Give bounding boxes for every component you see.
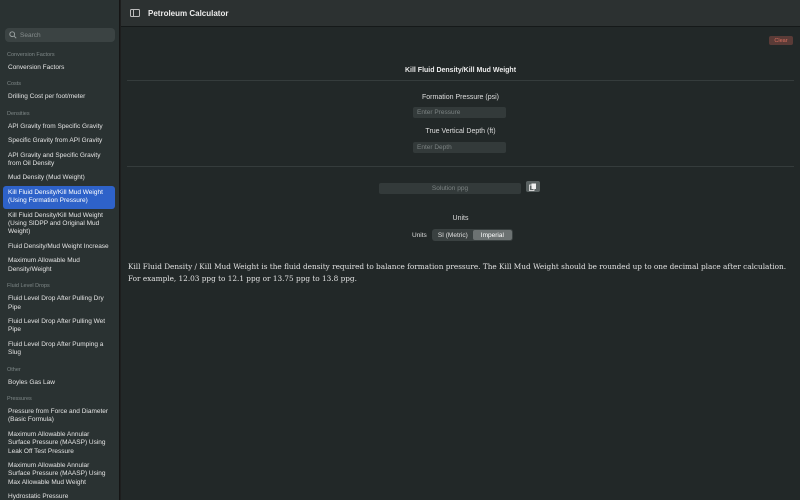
sidebar-item[interactable]: Maximum Allowable Annular Surface Pressu… bbox=[0, 428, 115, 459]
unit-option-imperial[interactable]: Imperial bbox=[472, 230, 512, 240]
divider bbox=[127, 80, 794, 81]
copy-button[interactable] bbox=[526, 181, 540, 192]
copy-icon bbox=[529, 183, 536, 191]
sidebar-item[interactable]: Fluid Level Drop After Pulling Dry Pipe bbox=[0, 292, 115, 315]
sidebar: Conversion Factors Conversion Factors Cost… bbox=[0, 0, 120, 500]
search-field[interactable] bbox=[5, 28, 115, 42]
calculator-heading: Kill Fluid Density/Kill Mud Weight bbox=[404, 67, 517, 74]
sidebar-item[interactable]: Mud Density (Mud Weight) bbox=[0, 171, 115, 185]
sidebar-item[interactable]: Drilling Cost per foot/meter bbox=[0, 90, 115, 104]
description-text: Kill Fluid Density / Kill Mud Weight is … bbox=[128, 262, 787, 283]
sidebar-item[interactable]: Maximum Allowable Mud Density/Weight bbox=[0, 254, 115, 277]
search-icon bbox=[9, 31, 17, 39]
main-panel: Petroleum Calculator Clear Kill Fluid De… bbox=[121, 0, 800, 500]
sidebar-item[interactable]: Pressure from Force and Diameter (Basic … bbox=[0, 405, 115, 428]
units-row: Units SI (Metric) Imperial bbox=[412, 229, 513, 241]
sidebar-section-header: Conversion Factors bbox=[7, 52, 55, 58]
sidebar-item[interactable]: Kill Fluid Density/Kill Mud Weight (Usin… bbox=[0, 209, 115, 240]
clear-button[interactable]: Clear bbox=[769, 36, 793, 45]
sidebar-nav: Conversion Factors Conversion Factors Cost… bbox=[0, 46, 119, 500]
sidebar-section-header: Fluid Level Drops bbox=[7, 283, 50, 290]
sidebar-section-header: Pressures bbox=[7, 395, 32, 402]
sidebar-item[interactable]: API Gravity from Specific Gravity bbox=[0, 120, 115, 134]
unit-option-si[interactable]: SI (Metric) bbox=[433, 230, 473, 240]
units-title: Units bbox=[452, 215, 469, 222]
pressure-input[interactable] bbox=[413, 107, 506, 118]
divider bbox=[127, 166, 794, 167]
sidebar-item[interactable]: Hydrostatic Pressure bbox=[0, 490, 115, 500]
sidebar-item[interactable]: Conversion Factors bbox=[0, 61, 115, 75]
sidebar-item[interactable]: Boyles Gas Law bbox=[0, 376, 115, 390]
units-segmented-control[interactable]: SI (Metric) Imperial bbox=[431, 229, 513, 241]
sidebar-item[interactable]: Fluid Level Drop After Pumping a Slug bbox=[0, 338, 115, 361]
sidebar-item[interactable]: Specific Gravity from API Gravity bbox=[0, 134, 115, 148]
sidebar-toggle-icon[interactable] bbox=[130, 9, 140, 17]
app-title: Petroleum Calculator bbox=[148, 8, 229, 18]
sidebar-item[interactable]: Maximum Allowable Annular Surface Pressu… bbox=[0, 459, 115, 490]
units-label: Units bbox=[412, 231, 427, 239]
sidebar-item[interactable]: API Gravity and Specific Gravity from Oi… bbox=[0, 149, 115, 172]
sidebar-item[interactable]: Fluid Density/Mud Weight Increase bbox=[0, 240, 115, 254]
sidebar-item[interactable]: Fluid Level Drop After Pulling Wet Pipe bbox=[0, 315, 115, 338]
depth-input[interactable] bbox=[413, 142, 506, 153]
sidebar-item[interactable]: Kill Fluid Density/Kill Mud Weight (Usin… bbox=[3, 185, 115, 209]
solution-field[interactable] bbox=[379, 183, 521, 194]
sidebar-section-header: Densities bbox=[7, 110, 30, 117]
sidebar-section-header: Other bbox=[7, 366, 21, 373]
pressure-label: Formation Pressure (psi) bbox=[421, 94, 500, 101]
search-input[interactable] bbox=[20, 31, 115, 39]
title-bar: Petroleum Calculator bbox=[121, 0, 800, 27]
sidebar-section-header: Costs bbox=[7, 81, 22, 88]
depth-label: True Vertical Depth (ft) bbox=[425, 128, 496, 135]
